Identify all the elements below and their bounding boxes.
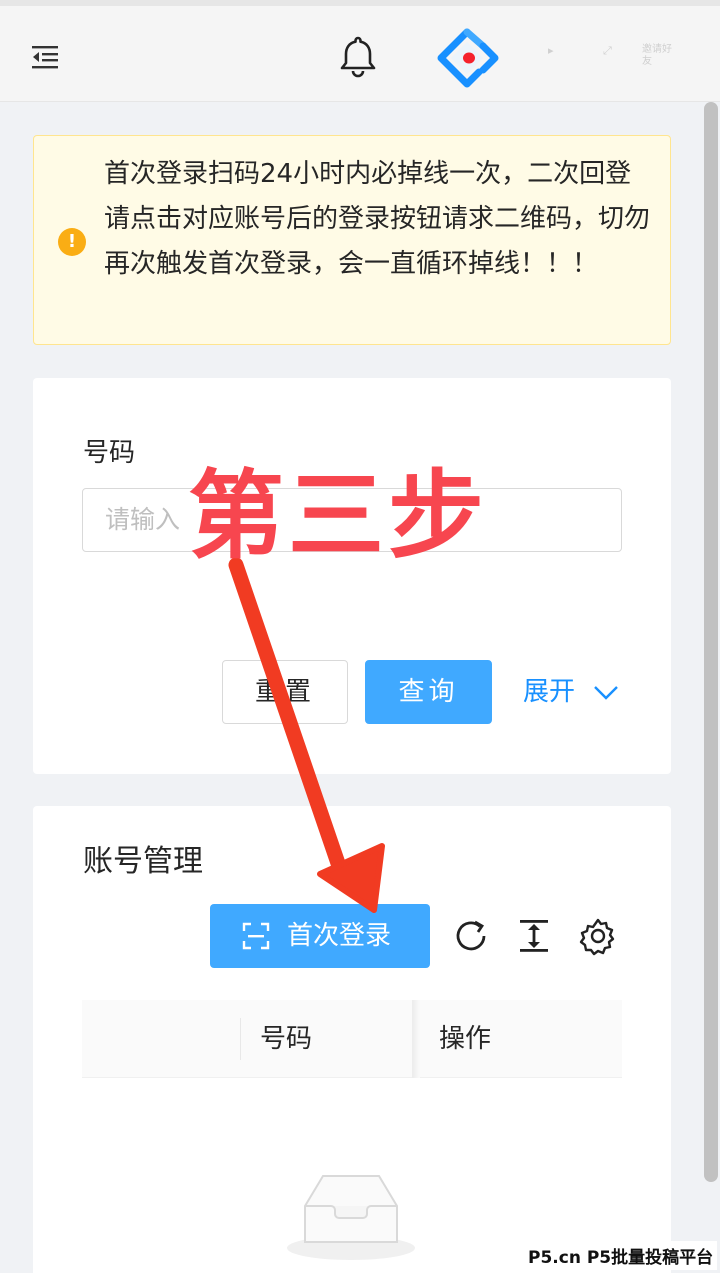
watermark: P5.cn P5批量投稿平台 — [524, 1241, 718, 1270]
chevron-down-icon — [594, 685, 619, 700]
first-login-label: 首次登录 — [287, 921, 392, 951]
top-header: ▸ ⤢ 邀请好友 — [0, 0, 720, 102]
reload-icon[interactable] — [451, 916, 491, 956]
fixed-column-shadow — [412, 1000, 420, 1078]
column-divider — [240, 1018, 241, 1060]
empty-inbox-icon — [287, 1175, 415, 1260]
search-form-card: 号码 请输入 重置 查询 展开 — [33, 378, 671, 774]
column-height-icon[interactable] — [514, 916, 554, 956]
scan-icon — [242, 922, 270, 950]
vertical-scrollbar[interactable] — [704, 102, 718, 1182]
faint-send-icon: ▸ — [548, 44, 554, 57]
step-annotation: 第三步 — [188, 460, 488, 572]
table-header: 号码 操作 — [82, 1000, 622, 1078]
warning-alert: ! 首次登录扫码24小时内必掉线一次，二次回登请点击对应账号后的登录按钮请求二维… — [33, 135, 671, 345]
alert-message: 首次登录扫码24小时内必掉线一次，二次回登请点击对应账号后的登录按钮请求二维码，… — [104, 159, 651, 279]
account-card-title: 账号管理 — [83, 844, 203, 879]
first-login-button[interactable]: 首次登录 — [210, 904, 430, 968]
reset-button[interactable]: 重置 — [222, 660, 348, 724]
account-management-card: 账号管理 首次登录 号码 操作 — [33, 806, 671, 1273]
column-header-phone[interactable]: 号码 — [260, 1000, 312, 1078]
app-logo-icon — [437, 28, 499, 88]
faint-fullscreen-icon: ⤢ — [603, 44, 612, 57]
exclamation-circle-icon: ! — [58, 228, 86, 256]
bell-icon[interactable] — [338, 34, 378, 78]
expand-link[interactable]: 展开 — [523, 660, 619, 724]
query-button[interactable]: 查询 — [365, 660, 492, 724]
gear-icon[interactable] — [578, 916, 618, 956]
faint-header-label: 邀请好友 — [642, 44, 672, 67]
phone-field-label: 号码 — [83, 438, 136, 468]
expand-label: 展开 — [523, 677, 576, 707]
menu-fold-icon[interactable] — [32, 44, 62, 70]
column-header-action: 操作 — [439, 1024, 492, 1054]
